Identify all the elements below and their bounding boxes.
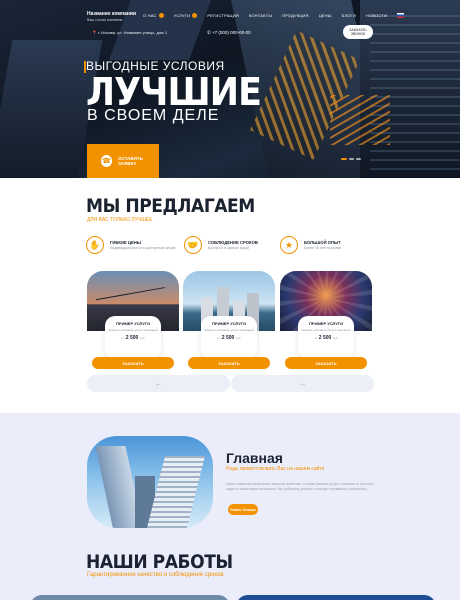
order-button[interactable]: ЗАКАЗАТЬ [92,357,174,369]
feature-title: ГИБКИЕ ЦЕНЫ [110,240,141,245]
service-card-body: ПРИМЕР УСЛУГИ Краткое описание услуги ко… [201,316,257,359]
learn-more-button[interactable]: Узнать больше [228,504,258,515]
headset-icon: ☎ [101,155,113,167]
service-title: ПРИМЕР УСЛУГИ [212,321,246,326]
service-card: ПРИМЕР УСЛУГИ Краткое описание услуги ко… [183,271,275,377]
top-nav: Название компании Ваш слоган компании О … [0,8,460,22]
order-button[interactable]: ЗАКАЗАТЬ [188,357,270,369]
feature-desc: Быстро и в сжатые сроки [208,246,249,250]
language-flag-icon[interactable] [397,13,405,18]
offer-title: МЫ ПРЕДЛАГАЕМ [86,195,255,217]
feature-title: БОЛЬШОЙ ОПЫТ [304,240,341,245]
logo-title[interactable]: Название компании [87,11,136,17]
callback-button[interactable]: ЗАКАЗАТЬ ЗВОНОК [343,25,373,39]
address: 📍 г. Москва, ул. Название улицы, дом 1 [92,30,168,35]
hero-lights [330,95,390,145]
works-title: НАШИ РАБОТЫ [86,551,233,573]
menu-item-services[interactable]: УСЛУГИ [174,13,198,18]
service-title: ПРИМЕР УСЛУГИ [116,321,150,326]
service-card-body: ПРИМЕР УСЛУГИ Краткое описание услуги ко… [105,316,161,359]
handshake-deal-icon: 🤝 [184,236,202,254]
phone-number[interactable]: ✆ +7 (000) 000-00-00 [207,30,251,36]
order-button[interactable]: ЗАКАЗАТЬ [285,357,367,369]
service-desc: Краткое описание услуги компании [301,328,351,332]
menu-item-about[interactable]: О НАС [143,13,164,18]
handshake-icon: ✋ [86,236,104,254]
apply-button-label: ОСТАВИТЬ ЗАЯВКУ [118,156,143,166]
about-text: Наша компания предлагает высокое качеств… [226,482,374,491]
about-title: Главная [226,450,283,466]
about-image [87,436,213,528]
menu-item-contacts[interactable]: КОНТАКТЫ [249,13,272,18]
slider-dot[interactable] [349,158,354,160]
dropdown-badge-icon [158,13,164,18]
service-desc: Краткое описание услуги компании [204,328,254,332]
work-card-preview[interactable] [236,595,436,600]
arrow-right-icon: → [298,379,307,388]
about-subtitle: Рады приветствовать Вас на нашем сайте [226,466,325,472]
hero-windows [370,10,460,170]
apply-button[interactable]: ☎ ОСТАВИТЬ ЗАЯВКУ [87,144,159,178]
work-card-preview[interactable] [30,595,230,600]
works-subtitle: Гарантированное качество и соблюдение ср… [87,572,224,578]
service-card-body: ПРИМЕР УСЛУГИ Краткое описание услуги ко… [298,316,354,359]
menu-item-registration[interactable]: РЕГИСТРАЦИЯ [207,13,239,18]
service-card: ПРИМЕР УСЛУГИ Краткое описание услуги ко… [87,271,179,377]
main-menu: О НАС УСЛУГИ РЕГИСТРАЦИЯ КОНТАКТЫ ПРОДУК… [143,13,405,18]
slider-next-button[interactable]: → [231,375,374,392]
service-price: от 2 500 руб [217,335,241,341]
feature-title: СОБЛЮДЕНИЕ СРОКОВ [208,240,258,245]
service-price: от 2 500 руб [314,335,338,341]
dropdown-badge-icon [192,13,198,18]
service-title: ПРИМЕР УСЛУГИ [309,321,343,326]
logo-slogan: Ваш слоган компании [87,18,123,22]
feature-item: ★ БОЛЬШОЙ ОПЫТ Более 10 лет на рынке [280,236,341,254]
hero-subline: В СВОЕМ ДЕЛЕ [87,107,220,124]
feature-item: 🤝 СОБЛЮДЕНИЕ СРОКОВ Быстро и в сжатые ср… [184,236,258,254]
menu-item-prices[interactable]: ЦЕНЫ [319,13,332,18]
offer-subtitle: ДЛЯ ВАС ТОЛЬКО ЛУЧШЕЕ [87,217,153,223]
service-card: ПРИМЕР УСЛУГИ Краткое описание услуги ко… [280,271,372,377]
service-price: от 2 500 руб [121,335,145,341]
slider-dots[interactable] [341,158,361,160]
slider-prev-button[interactable]: ← [87,375,230,392]
menu-item-products[interactable]: ПРОДУКЦИЯ [282,13,309,18]
feature-desc: Индивидуальное и по доступным ценам [110,246,176,250]
menu-item-blogs[interactable]: БЛОГИ [342,13,356,18]
hero-banner: Название компании Ваш слоган компании О … [0,0,460,178]
arrow-left-icon: ← [154,379,163,388]
menu-item-news[interactable]: НОВОСТИ [366,13,387,18]
slider-dot[interactable] [341,158,347,160]
service-desc: Краткое описание услуги компании [108,328,158,332]
feature-item: ✋ ГИБКИЕ ЦЕНЫ Индивидуальное и по доступ… [86,236,175,254]
award-icon: ★ [280,236,298,254]
slider-dot[interactable] [356,158,361,160]
feature-desc: Более 10 лет на рынке [304,246,342,250]
page: Название компании Ваш слоган компании О … [0,0,460,600]
